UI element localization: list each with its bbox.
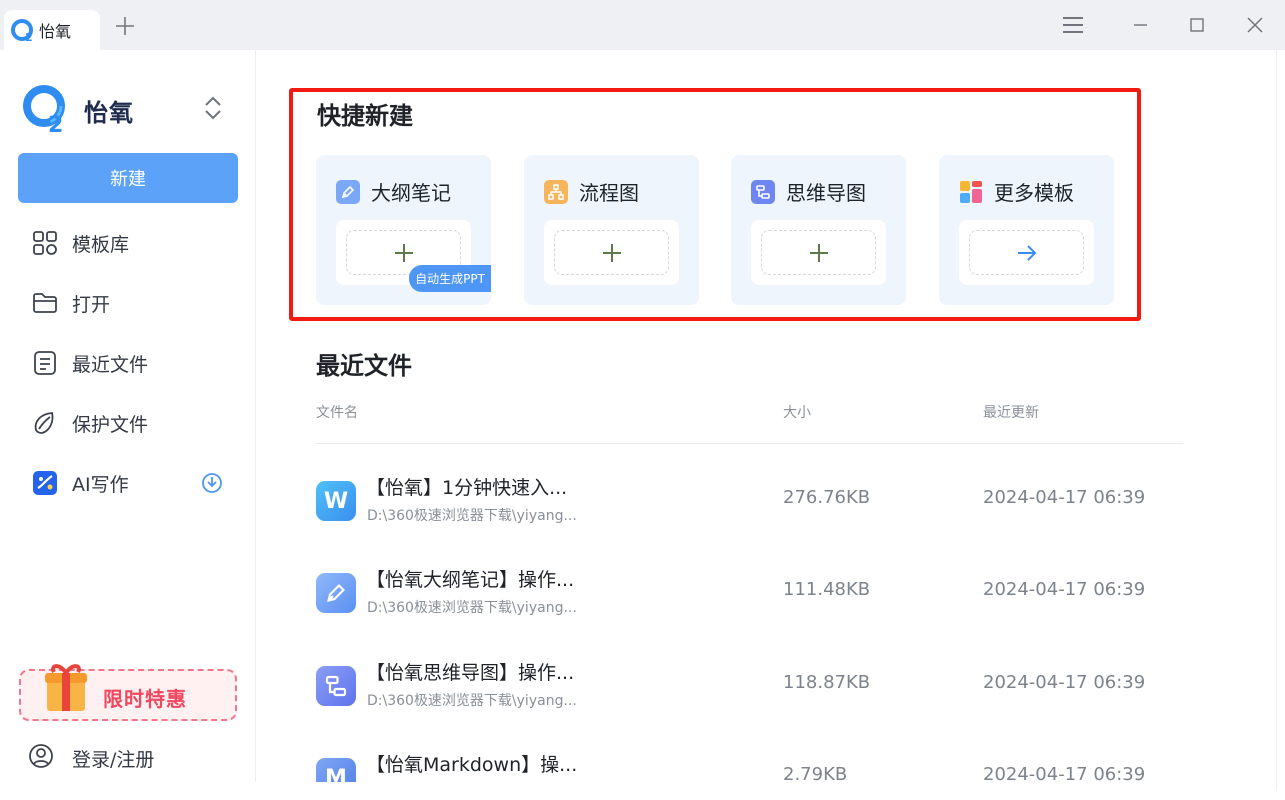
markdown-file-icon: M (316, 758, 356, 782)
download-icon[interactable] (200, 471, 224, 495)
file-updated: 2024-04-17 06:39 (983, 764, 1146, 782)
file-name: 【怡氧思维导图】操作... (366, 662, 575, 684)
create-plus-button[interactable] (761, 230, 876, 275)
sidebar-item-open[interactable]: 打开 (18, 281, 238, 325)
auto-ppt-badge[interactable]: 自动生成PPT (409, 265, 491, 292)
file-name: 【怡氧大纲笔记】操作... (366, 569, 575, 591)
card-more-templates[interactable]: 更多模板 (939, 155, 1114, 305)
file-path: D:\360极速浏览器下载\yiyang... (367, 600, 577, 616)
header-divider (316, 443, 1183, 444)
login-label: 登录/注册 (72, 748, 155, 771)
sidebar-item-templates[interactable]: 模板库 (18, 221, 238, 265)
file-updated: 2024-04-17 06:39 (983, 579, 1146, 600)
close-icon[interactable] (1243, 13, 1267, 37)
sidebar-item-ai-write[interactable]: AI写作 (18, 461, 238, 505)
ai-write-icon (32, 470, 58, 496)
sidebar-item-label: 最近文件 (72, 353, 149, 376)
card-label: 大纲笔记 (371, 181, 451, 205)
gift-icon (43, 661, 89, 713)
word-file-icon: W (316, 481, 356, 521)
plus-icon (809, 243, 828, 262)
app-logo-icon: 2 (11, 19, 33, 44)
file-row[interactable]: 【怡氧大纲笔记】操作... D:\360极速浏览器下载\yiyang... 11… (316, 555, 1216, 625)
create-plus-button[interactable] (554, 230, 669, 275)
outline-note-file-icon (316, 573, 356, 613)
grid-icon (32, 230, 58, 256)
user-icon (28, 743, 54, 773)
document-list-icon (32, 350, 58, 376)
file-size: 118.87KB (783, 672, 871, 693)
card-flowchart[interactable]: 流程图 (524, 155, 699, 305)
file-row[interactable]: 【怡氧思维导图】操作... D:\360极速浏览器下载\yiyang... 11… (316, 648, 1216, 718)
new-button[interactable]: 新建 (18, 153, 238, 203)
mindmap-icon (751, 179, 775, 204)
app-tab[interactable]: 2 怡氧 (4, 10, 100, 50)
file-row[interactable]: M 【怡氧Markdown】操... 2.79KB 2024-04-17 06:… (316, 740, 1216, 782)
flowchart-icon (544, 179, 568, 204)
promo-label: 限时特惠 (103, 687, 187, 711)
card-label: 更多模板 (994, 181, 1074, 205)
card-mindmap[interactable]: 思维导图 (731, 155, 906, 305)
shield-leaf-icon (32, 410, 58, 436)
svg-text:2: 2 (48, 113, 63, 134)
col-head-updated[interactable]: 最近更新 (983, 402, 1039, 422)
recent-title: 最近文件 (316, 352, 412, 380)
file-size: 2.79KB (783, 764, 848, 782)
arrow-right-icon (1017, 244, 1036, 261)
title-bar: 2 怡氧 (0, 0, 1285, 50)
maximize-icon[interactable] (1185, 13, 1209, 37)
quick-create-title: 快捷新建 (317, 102, 413, 130)
sidebar: 2 怡氧 新建 模板库 打开 最近文件 保护文件 AI写作 限时特惠 登录/注册 (0, 50, 256, 782)
folder-icon (32, 290, 58, 316)
promo-banner[interactable]: 限时特惠 (19, 664, 237, 721)
card-label: 思维导图 (786, 181, 866, 205)
brand-logo-icon: 2 (22, 82, 72, 138)
more-templates-arrow-button[interactable] (969, 230, 1084, 275)
plus-icon (602, 243, 621, 262)
mindmap-file-icon (316, 666, 356, 706)
sidebar-item-recent[interactable]: 最近文件 (18, 341, 238, 385)
file-size: 276.76KB (783, 487, 871, 508)
sidebar-item-label: 保护文件 (72, 413, 149, 436)
col-head-name[interactable]: 文件名 (316, 402, 358, 422)
sidebar-item-label: 模板库 (72, 233, 130, 256)
sidebar-item-label: 打开 (72, 293, 111, 316)
brand-name: 怡氧 (84, 98, 134, 127)
menu-icon[interactable] (1061, 13, 1085, 37)
scrollbar[interactable] (1276, 50, 1285, 790)
file-name: 【怡氧】1分钟快速入... (366, 477, 568, 499)
workspace-switch-icon[interactable] (201, 94, 225, 122)
plus-icon (394, 243, 413, 262)
minimize-icon[interactable] (1128, 13, 1152, 37)
new-tab-icon[interactable] (113, 14, 137, 38)
file-name: 【怡氧Markdown】操... (366, 754, 578, 776)
svg-text:2: 2 (25, 31, 33, 43)
pen-icon (336, 179, 360, 204)
file-updated: 2024-04-17 06:39 (983, 672, 1146, 693)
login-button[interactable]: 登录/注册 (28, 740, 154, 776)
brand: 2 怡氧 (22, 82, 134, 138)
file-path: D:\360极速浏览器下载\yiyang... (367, 508, 577, 524)
file-size: 111.48KB (783, 579, 871, 600)
file-updated: 2024-04-17 06:39 (983, 487, 1146, 508)
col-head-size[interactable]: 大小 (783, 402, 811, 422)
tab-title: 怡氧 (39, 22, 72, 41)
file-row[interactable]: W 【怡氧】1分钟快速入... D:\360极速浏览器下载\yiyang... … (316, 463, 1216, 533)
sidebar-item-protect[interactable]: 保护文件 (18, 401, 238, 445)
card-label: 流程图 (579, 181, 639, 205)
sidebar-item-label: AI写作 (72, 473, 129, 496)
templates-icon (959, 180, 983, 204)
file-path: D:\360极速浏览器下载\yiyang... (367, 693, 577, 709)
